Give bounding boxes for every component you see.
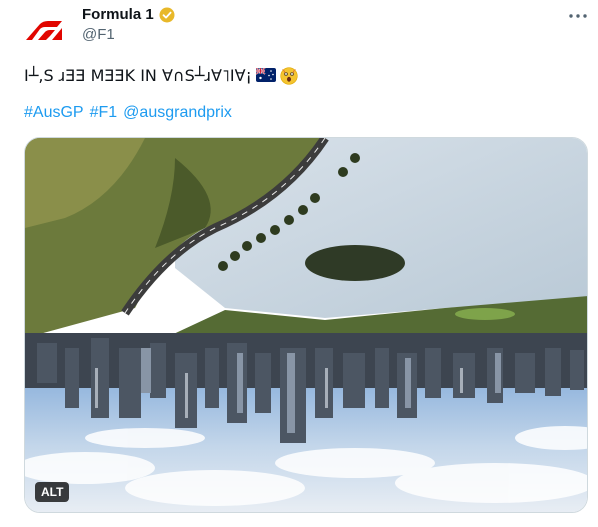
tweet[interactable]: Formula 1 @F1 I┴,S ɹƎƎ MƎƎK IN ∀∩S┴ɹ∀˥I∀… — [0, 0, 598, 527]
author-handle[interactable]: @F1 — [82, 26, 115, 43]
avatar[interactable] — [24, 10, 64, 50]
tweet-text: I┴,S ɹƎƎ MƎƎK IN ∀∩S┴ɹ∀˥I∀¡ — [24, 66, 300, 85]
astonished-face-icon — [280, 66, 300, 85]
upside-down-melbourne-skyline-image — [25, 138, 587, 512]
author-name-row: Formula 1 — [82, 6, 175, 23]
australia-flag-icon — [255, 66, 276, 85]
hashtag-row: #AusGP #F1 @ausgrandprix — [24, 104, 232, 122]
alt-text-button[interactable]: ALT — [35, 482, 70, 502]
f1-logo-icon — [26, 21, 62, 40]
tweet-media[interactable]: ALT — [24, 137, 588, 513]
tweet-body: I┴,S ɹƎƎ MƎƎK IN ∀∩S┴ɹ∀˥I∀¡ — [24, 66, 252, 85]
hashtag-ausgp[interactable]: #AusGP — [24, 104, 84, 122]
more-options-icon[interactable] — [568, 6, 588, 26]
gold-verified-badge-icon — [159, 7, 175, 23]
hashtag-f1[interactable]: #F1 — [90, 104, 118, 122]
mention-ausgrandprix[interactable]: @ausgrandprix — [123, 104, 232, 122]
author-name[interactable]: Formula 1 — [82, 6, 154, 23]
